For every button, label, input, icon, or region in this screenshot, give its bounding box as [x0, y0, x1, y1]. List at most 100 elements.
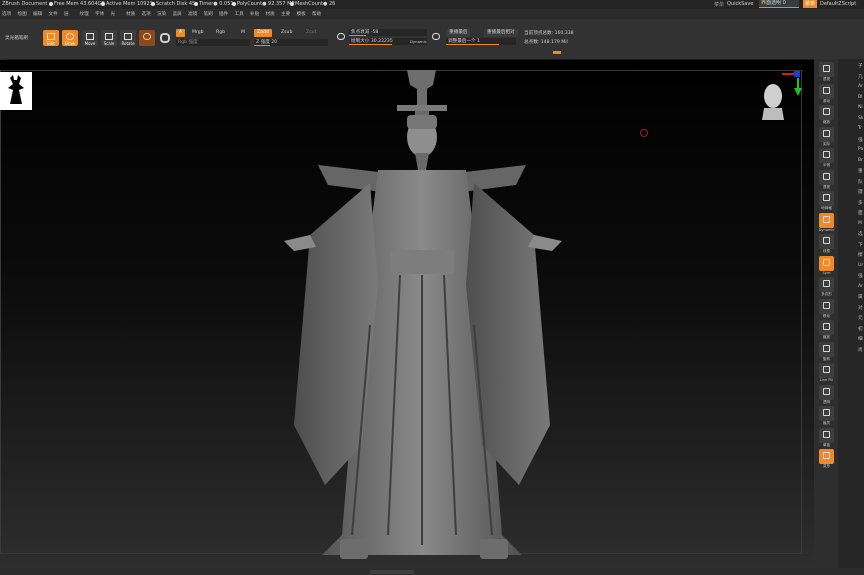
tray-label[interactable]: 子 [858, 63, 863, 69]
rgb-intensity-slider[interactable]: Rgb 强度 [176, 39, 250, 46]
menu-item[interactable]: 光 [111, 11, 116, 17]
focal-shift-icon-button[interactable] [333, 30, 349, 46]
menu-item[interactable]: 笔刷 [204, 11, 213, 17]
interface-transparency-slider[interactable]: 界面透明 0 [759, 0, 799, 8]
tray-label[interactable]: Ni [858, 105, 863, 110]
shelf-button[interactable]: 线框 [819, 234, 834, 253]
brush-color-button[interactable] [157, 30, 173, 46]
shelf-button[interactable]: Line Fill [819, 363, 834, 382]
shelf-button[interactable]: 幽灵 [819, 406, 834, 425]
tray-label[interactable]: 元 [858, 315, 863, 321]
zsub-button[interactable]: Zsub [278, 29, 295, 37]
shelf-button[interactable]: 移动 [819, 298, 834, 318]
shelf-button[interactable]: 多边形 [819, 277, 834, 296]
lightbox-brush-button[interactable]: 灵光箱笔刷 [5, 35, 28, 41]
tray-label[interactable]: 多 [858, 200, 863, 206]
adjust-last-slider[interactable]: 调整最后一个 1 [446, 38, 516, 45]
thumbnail-navigator[interactable] [0, 72, 32, 110]
menu-item[interactable]: 主要 [281, 11, 290, 17]
tray-label[interactable]: 下 [858, 242, 863, 248]
tray-label[interactable]: M [858, 221, 862, 226]
document-viewport[interactable] [0, 60, 814, 568]
menu-item[interactable]: 模板 [297, 11, 306, 17]
menu-item[interactable]: 编辑 [33, 11, 42, 17]
tray-label[interactable]: 重 [858, 168, 863, 174]
shelf-button[interactable]: 旋转 [819, 341, 834, 361]
tray-label[interactable]: Ur [858, 263, 863, 268]
default-zscript[interactable]: DefaultZScript [820, 1, 856, 7]
menu-button[interactable]: 菜单 [803, 0, 818, 8]
tray-label[interactable]: Sk [858, 116, 864, 121]
replay-last-relative-button[interactable]: 重播最后相对 [484, 29, 518, 37]
tray-label[interactable]: Ar [858, 84, 863, 89]
z-intensity-slider[interactable]: Z 强度 20 [254, 39, 328, 46]
shelf-button[interactable]: 地网格 [819, 191, 834, 210]
menu-item[interactable]: 滤镜 [188, 11, 197, 17]
menu-item[interactable]: 材质 [126, 11, 135, 17]
tray-label[interactable]: 擦 [858, 252, 863, 258]
shelf-button[interactable]: 单独 [819, 427, 834, 447]
menu-item[interactable]: 选项 [2, 11, 11, 17]
shelf-button[interactable]: 半侧 [819, 148, 834, 167]
tray-label[interactable]: 几 [858, 74, 863, 80]
shelf-button[interactable]: 透视 [819, 62, 834, 81]
sculpt-model[interactable] [270, 65, 590, 565]
tray-label[interactable]: Pa [858, 147, 863, 152]
m-button[interactable]: M [238, 29, 248, 37]
menu-item[interactable]: 层 [64, 11, 69, 17]
menu-item[interactable]: 绘图 [18, 11, 27, 17]
orientation-gizmo[interactable] [758, 70, 806, 124]
a-mode-button[interactable]: A [176, 29, 186, 37]
replay-icon-button[interactable] [428, 30, 444, 46]
tray-label[interactable]: 强 [858, 137, 863, 143]
shelf-button[interactable]: 变形 [819, 449, 834, 468]
tray-label[interactable]: Bl [858, 95, 862, 100]
tray-label[interactable]: 尚 [858, 347, 863, 353]
menu-item[interactable]: 文件 [49, 11, 58, 17]
bottom-scroll-handle[interactable] [370, 570, 414, 574]
menu-item[interactable]: 材质 [266, 11, 275, 17]
menu-item[interactable]: 纹理 [80, 11, 89, 17]
quicksave-button[interactable]: QuickSave [727, 1, 753, 7]
tray-label[interactable]: 强 [858, 273, 863, 279]
rotate-button[interactable]: Rotate [120, 30, 136, 46]
tray-label[interactable]: 对 [858, 305, 863, 311]
shelf-button[interactable]: 透视 [819, 169, 834, 189]
menu-item[interactable]: 补贴 [250, 11, 259, 17]
shelf-button[interactable]: Dynamic [819, 212, 834, 232]
tray-label[interactable]: 选 [858, 231, 863, 237]
mrgb-button[interactable]: Mrgb [189, 29, 207, 37]
tray-label[interactable]: 初 [858, 326, 863, 332]
menu-item[interactable]: 插件 [219, 11, 228, 17]
zcut-button[interactable]: Zcut [303, 29, 319, 37]
rgb-button[interactable]: Rgb [213, 29, 228, 37]
shelf-button[interactable]: 滚动 [819, 83, 834, 103]
shelf-button[interactable]: Sym [819, 255, 834, 275]
menu-item[interactable]: 蓝屏 [173, 11, 182, 17]
shelf-button[interactable]: 缩放 [819, 320, 834, 339]
focal-shift-slider[interactable]: 焦点衰减 -58 [349, 29, 427, 36]
draw-button[interactable]: Draw [62, 30, 78, 46]
menu-item[interactable]: 字体 [95, 11, 104, 17]
tray-label[interactable]: Ar [858, 284, 863, 289]
menu-item[interactable]: 帮助 [312, 11, 321, 17]
tray-label[interactable]: 面 [858, 210, 863, 216]
edit-button[interactable]: Edit [43, 30, 59, 46]
tray-label[interactable]: Br [858, 158, 863, 163]
menu-item[interactable]: 渲染 [157, 11, 166, 17]
tray-label[interactable]: 属 [858, 294, 863, 300]
zadd-button[interactable]: Zadd [254, 29, 272, 37]
tray-label[interactable]: 键 [858, 189, 863, 195]
tray-label[interactable]: 队 [858, 179, 863, 185]
scale-button[interactable]: Scale [101, 30, 117, 46]
menu-item[interactable]: 工具 [235, 11, 244, 17]
tray-label[interactable]: 细 [858, 336, 863, 342]
dynamic-toggle[interactable]: Dynamic [410, 39, 427, 44]
move-button[interactable]: Move [82, 30, 98, 46]
shelf-button[interactable]: 透明 [819, 384, 834, 404]
shelf-button[interactable]: 缩放 [819, 105, 834, 124]
tray-label[interactable]: Tr [858, 126, 862, 131]
menu-item[interactable]: 选项 [142, 11, 151, 17]
material-sphere-button[interactable] [139, 30, 155, 46]
shelf-button[interactable]: 实际 [819, 126, 834, 146]
